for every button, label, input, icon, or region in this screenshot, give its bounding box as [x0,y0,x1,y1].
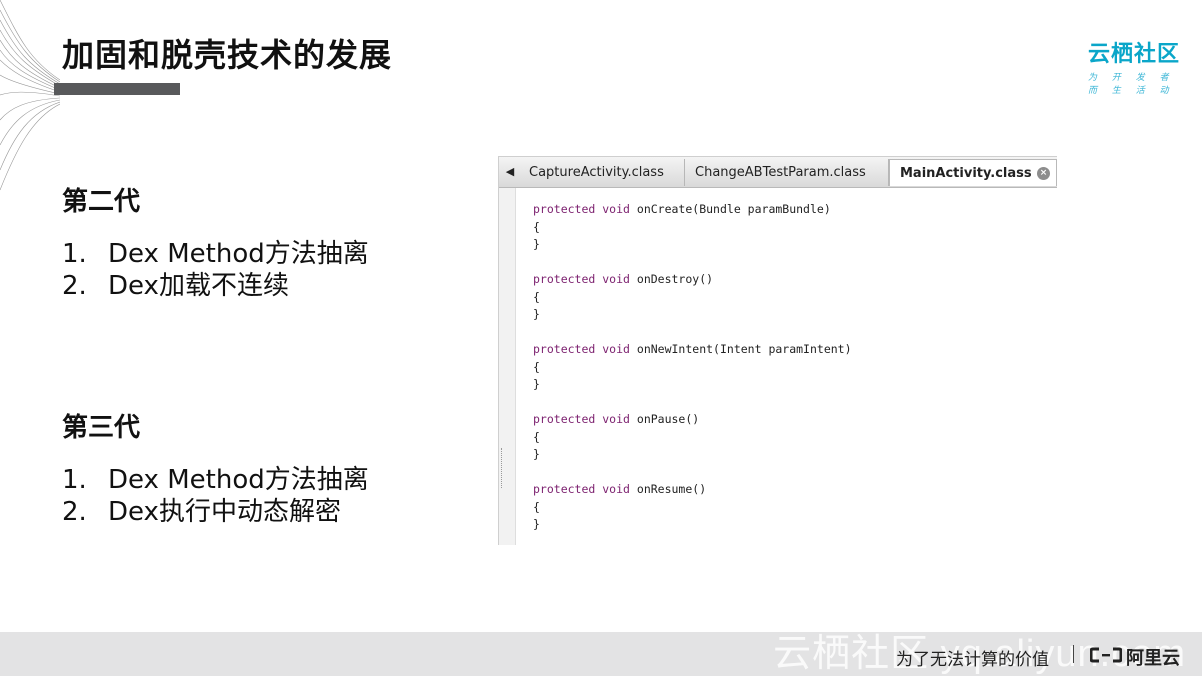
logo-tagline: 为 开 发 者 而 生 活 动 [1088,73,1175,96]
editor-gutter [499,188,516,545]
code-line: protected void onCreate(Bundle paramBund… [533,201,852,219]
code-line: } [533,447,540,461]
list-item: 1. Dex Method方法抽离 [62,238,369,270]
yunqi-logo: 云栖社区 为 开 发 者 而 生 活 动 [1088,36,1188,96]
code-line: } [533,237,540,251]
list-item: 1. Dex Method方法抽离 [62,464,369,496]
footer-slogan: 为了无法计算的价值 [896,650,1049,670]
code-line: { [533,219,540,234]
code-line: protected void onDestroy() [533,271,852,289]
tab-scroll-left-icon[interactable]: ◀ [503,162,517,182]
list-number: 1. [62,465,87,495]
gutter-marker [501,448,506,488]
list-item: 2. Dex执行中动态解密 [62,496,369,528]
tab-changeabtestparam[interactable]: ChangeABTestParam.class [685,159,889,186]
code-line: { [533,429,540,444]
method-signature: onResume() [636,482,707,496]
list-number: 1. [62,239,87,269]
list-text: Dex加载不连续 [108,271,289,301]
list-number: 2. [62,271,87,301]
keyword: protected [533,342,596,356]
code-line: { [533,289,540,304]
list-text: Dex执行中动态解密 [108,497,341,527]
section-heading-gen3: 第三代 [62,413,141,443]
section-heading-gen2: 第二代 [62,187,141,217]
tab-label: CaptureActivity.class [529,165,664,180]
keyword: void [602,412,630,426]
gen2-list: 1. Dex Method方法抽离 2. Dex加载不连续 [62,238,369,302]
list-text: Dex Method方法抽离 [108,239,369,269]
gen3-list: 1. Dex Method方法抽离 2. Dex执行中动态解密 [62,464,369,528]
tab-captureactivity[interactable]: CaptureActivity.class [519,159,685,186]
aliyun-logo-icon [1090,647,1122,663]
keyword: void [602,342,630,356]
tab-label: ChangeABTestParam.class [695,165,866,180]
keyword: void [602,272,630,286]
list-text: Dex Method方法抽离 [108,465,369,495]
keyword: void [602,202,630,216]
code-body: protected void onCreate(Bundle paramBund… [533,201,852,534]
code-viewer-window: ◀ CaptureActivity.class ChangeABTestPara… [498,156,1057,545]
method-signature: onNewIntent(Intent paramIntent) [636,342,852,356]
list-number: 2. [62,497,87,527]
footer-divider [1073,645,1074,663]
keyword: protected [533,202,596,216]
slide-title: 加固和脱壳技术的发展 [62,36,393,74]
title-underline-bar [54,83,180,95]
method-signature: onCreate(Bundle paramBundle) [636,202,831,216]
code-line: } [533,517,540,531]
keyword: protected [533,482,596,496]
decorative-lines [0,0,60,191]
aliyun-logo-text: 阿里云 [1126,648,1180,669]
footer-bar: 云栖社区 yq.aliyun.com 为了无法计算的价值 阿里云 [0,632,1202,676]
editor-tab-bar: ◀ CaptureActivity.class ChangeABTestPara… [499,157,1057,188]
tab-label: MainActivity.class [900,166,1032,181]
logo-text: 云栖社区 [1088,42,1181,67]
list-item: 2. Dex加载不连续 [62,270,369,302]
code-line: protected void onNewIntent(Intent paramI… [533,341,852,359]
code-line: } [533,307,540,321]
code-line: { [533,499,540,514]
method-signature: onPause() [636,412,700,426]
method-signature: onDestroy() [636,272,714,286]
code-line: } [533,377,540,391]
keyword: void [602,482,630,496]
code-line: protected void onPause() [533,411,852,429]
keyword: protected [533,412,596,426]
tab-mainactivity[interactable]: MainActivity.class × [889,159,1057,186]
keyword: protected [533,272,596,286]
close-icon[interactable]: × [1037,167,1050,180]
code-line: protected void onResume() [533,481,852,499]
code-line: { [533,359,540,374]
